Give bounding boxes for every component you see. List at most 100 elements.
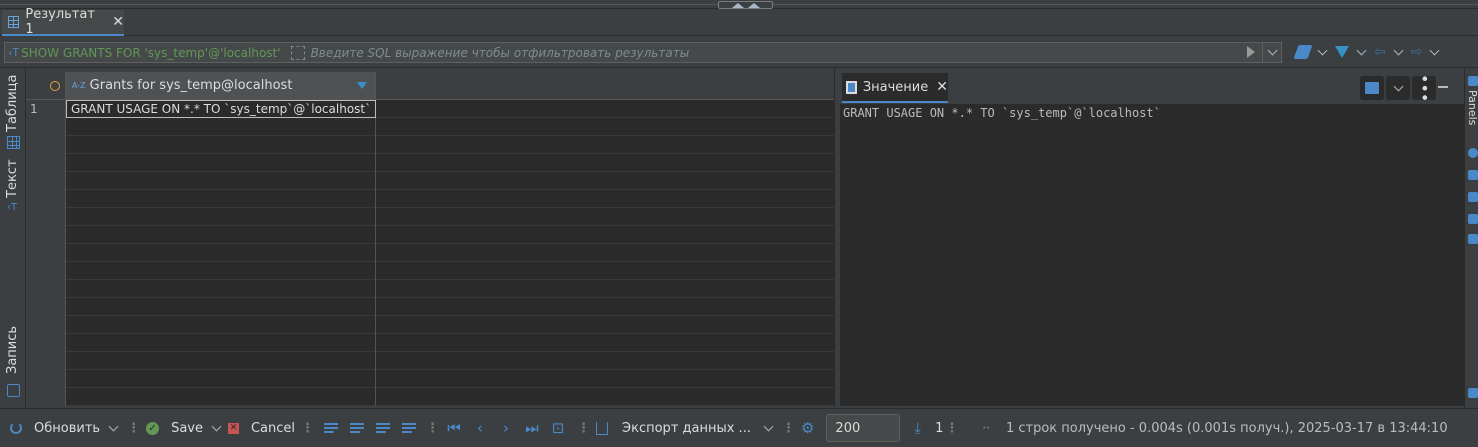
- table-row[interactable]: [26, 370, 834, 388]
- grid-cell[interactable]: [66, 280, 376, 298]
- edit-row-icon[interactable]: [324, 422, 339, 434]
- row-number[interactable]: [26, 118, 66, 136]
- grouping-icon[interactable]: [1468, 192, 1478, 202]
- grid-cell[interactable]: [66, 226, 376, 244]
- row-number[interactable]: [26, 334, 66, 352]
- fetch-next-icon[interactable]: ⤓: [914, 419, 921, 437]
- grid-cell[interactable]: [66, 208, 376, 226]
- filter-history-dropdown[interactable]: [1262, 43, 1281, 62]
- grid-cell[interactable]: [66, 334, 376, 352]
- more-options-button[interactable]: •••: [1412, 74, 1436, 102]
- grid-cell[interactable]: [66, 298, 376, 316]
- table-row[interactable]: [26, 136, 834, 154]
- panels-label[interactable]: Panels: [1466, 90, 1478, 125]
- filter-placeholder[interactable]: Введите SQL выражение чтобы отфильтроват…: [311, 46, 690, 60]
- column-sort-icon[interactable]: [357, 82, 367, 89]
- table-row[interactable]: [26, 244, 834, 262]
- close-icon[interactable]: ✕: [112, 14, 124, 30]
- tab-value[interactable]: Значение ✕: [842, 73, 948, 103]
- table-row[interactable]: [26, 208, 834, 226]
- grid-corner[interactable]: [26, 72, 66, 100]
- delete-row-icon[interactable]: [402, 422, 417, 434]
- minimize-icon[interactable]: [1438, 86, 1448, 88]
- row-number[interactable]: [26, 136, 66, 154]
- next-page-icon[interactable]: ›: [497, 419, 515, 437]
- row-number[interactable]: [26, 172, 66, 190]
- chevron-down-icon[interactable]: [1356, 45, 1367, 55]
- calc-icon[interactable]: [1468, 214, 1478, 224]
- tab-table-view[interactable]: Таблица: [5, 75, 20, 133]
- row-number[interactable]: [26, 190, 66, 208]
- table-row[interactable]: [26, 154, 834, 172]
- table-row[interactable]: [26, 262, 834, 280]
- row-number[interactable]: [26, 208, 66, 226]
- row-number[interactable]: [26, 244, 66, 262]
- grid-cell[interactable]: [66, 190, 376, 208]
- table-row[interactable]: [26, 280, 834, 298]
- export-icon[interactable]: [596, 421, 609, 435]
- grid-cell[interactable]: [66, 370, 376, 388]
- table-row[interactable]: [26, 352, 834, 370]
- grid-cell[interactable]: [66, 244, 376, 262]
- panels-icon[interactable]: [1468, 76, 1478, 86]
- cancel-icon[interactable]: ✕: [227, 422, 239, 434]
- tab-record-view[interactable]: Запись: [5, 326, 20, 374]
- apply-filter-icon[interactable]: [1247, 46, 1255, 58]
- table-row[interactable]: [26, 118, 834, 136]
- row-number[interactable]: [26, 226, 66, 244]
- chevron-down-icon[interactable]: [763, 421, 774, 431]
- viewer-dropdown-button[interactable]: [1386, 76, 1410, 100]
- text-icon[interactable]: ‹T: [7, 202, 20, 215]
- tab-result-1[interactable]: Результат 1 ✕: [2, 7, 124, 37]
- table-row[interactable]: [26, 172, 834, 190]
- row-number[interactable]: [26, 262, 66, 280]
- row-number[interactable]: [26, 316, 66, 334]
- grid-cell[interactable]: [66, 118, 376, 136]
- table-row[interactable]: [26, 226, 834, 244]
- grid-cell[interactable]: [66, 154, 376, 172]
- cancel-button[interactable]: Cancel: [251, 421, 295, 436]
- forward-arrow-icon[interactable]: ⇨: [1411, 45, 1423, 59]
- grid-cell[interactable]: GRANT USAGE ON *.* TO `sys_temp`@`localh…: [66, 100, 376, 118]
- close-icon[interactable]: ✕: [936, 79, 948, 95]
- previous-page-icon[interactable]: ‹: [471, 419, 489, 437]
- table-row[interactable]: [26, 190, 834, 208]
- chevron-down-icon[interactable]: [1393, 45, 1404, 55]
- row-number[interactable]: 1: [26, 100, 66, 118]
- row-number[interactable]: [26, 154, 66, 172]
- row-number[interactable]: [26, 388, 66, 406]
- add-row-icon[interactable]: [350, 422, 365, 434]
- metadata-icon[interactable]: [1468, 234, 1478, 244]
- fetch-all-icon[interactable]: ⊡: [549, 419, 567, 437]
- row-number[interactable]: [26, 298, 66, 316]
- toggle-panels-icon[interactable]: [1468, 388, 1478, 398]
- save-icon[interactable]: ✓: [146, 421, 160, 435]
- expand-icon[interactable]: [290, 45, 305, 60]
- filter-input[interactable]: ‹T SHOW GRANTS FOR 'sys_temp'@'localhost…: [4, 42, 1282, 63]
- content-viewer-button[interactable]: [1360, 76, 1384, 100]
- copy-row-icon[interactable]: [376, 422, 391, 434]
- chevron-down-icon[interactable]: [211, 421, 222, 431]
- refresh-icon[interactable]: [10, 422, 22, 434]
- tab-text-view[interactable]: Текст: [5, 159, 20, 198]
- filter-icon[interactable]: [1335, 46, 1349, 58]
- chevron-down-icon[interactable]: [1317, 45, 1328, 55]
- refresh-button[interactable]: Обновить: [34, 421, 100, 436]
- value-panel-icon[interactable]: [1468, 170, 1478, 180]
- column-header[interactable]: A-Z Grants for sys_temp@localhost: [66, 72, 376, 100]
- table-row[interactable]: [26, 388, 834, 406]
- fetch-size-input[interactable]: [826, 414, 901, 442]
- row-number[interactable]: [26, 280, 66, 298]
- last-page-icon[interactable]: ⏭: [523, 419, 541, 437]
- table-row[interactable]: [26, 334, 834, 352]
- grid-cell[interactable]: [66, 136, 376, 154]
- row-number[interactable]: [26, 352, 66, 370]
- chevron-down-icon[interactable]: [108, 421, 119, 431]
- eraser-icon[interactable]: [1293, 45, 1313, 59]
- record-icon[interactable]: [7, 384, 20, 397]
- table-row[interactable]: 1 GRANT USAGE ON *.* TO `sys_temp`@`local…: [26, 100, 834, 118]
- grid-cell[interactable]: [66, 316, 376, 334]
- save-button[interactable]: Save: [171, 421, 203, 436]
- grid-icon[interactable]: [7, 136, 20, 149]
- table-row[interactable]: [26, 316, 834, 334]
